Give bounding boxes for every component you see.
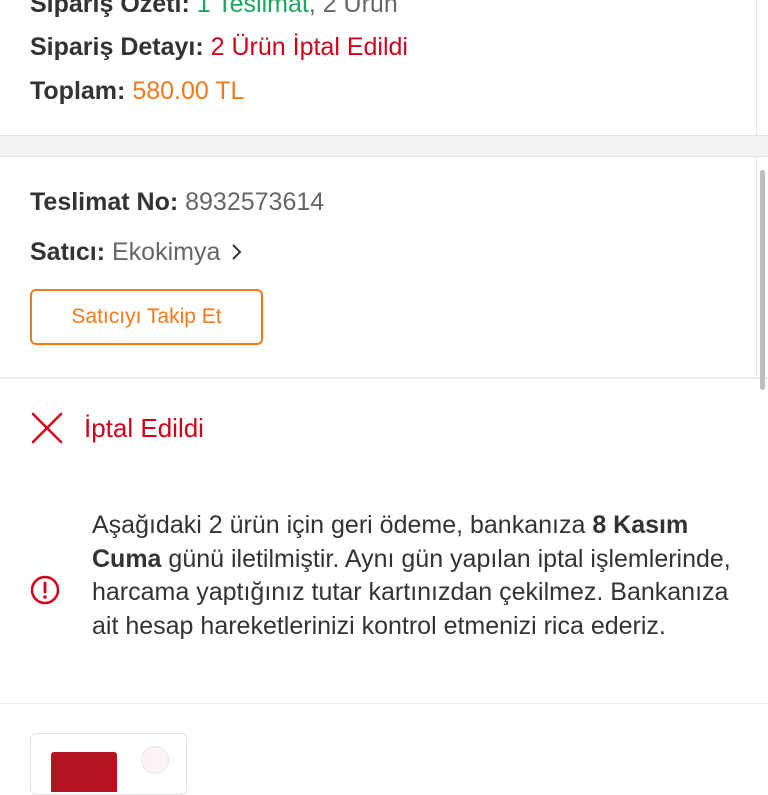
close-x-icon [31,412,63,444]
delivery-no-label: Teslimat No: [30,188,179,216]
refund-info-text-before: Aşağıdaki 2 ürün için geri ödeme, bankan… [92,511,593,539]
delivery-no-row: Teslimat No: 8932573614 [30,188,324,217]
refund-info-text: Aşağıdaki 2 ürün için geri ödeme, bankan… [92,509,742,643]
product-thumbnail[interactable] [30,733,187,795]
delivery-no-value: 8932573614 [185,188,325,216]
chevron-right-icon [232,244,242,260]
gift-icon [141,746,169,774]
order-summary-label: Sipariş Özeti: [30,0,190,18]
info-circle-icon [30,575,60,605]
seller-row[interactable]: Satıcı: Ekokimya [30,238,243,267]
product-image [51,752,117,792]
order-summary-card: Sipariş Özeti: 1 Teslimat, 2 Ürün Sipari… [0,0,757,135]
order-total-value: 580.00 TL [132,77,245,105]
order-total-label: Toplam: [30,77,126,105]
cancel-status: İptal Edildi [30,411,204,445]
cancel-status-label: İptal Edildi [84,412,204,443]
order-detail-value: 2 Ürün İptal Edildi [210,33,408,61]
scrollbar[interactable] [760,170,765,390]
order-deliveries-count: 1 Teslimat [196,0,309,18]
section-divider-3 [0,703,768,704]
order-detail-row: Sipariş Detayı: 2 Ürün İptal Edildi [30,33,408,62]
order-total-row: Toplam: 580.00 TL [30,77,244,106]
seller-name-link[interactable]: Ekokimya [112,238,220,266]
order-summary-row: Sipariş Özeti: 1 Teslimat, 2 Ürün [30,0,398,19]
seller-label: Satıcı: [30,238,106,266]
follow-seller-button[interactable]: Satıcıyı Takip Et [30,289,263,345]
section-divider-2 [0,377,768,379]
order-detail-label: Sipariş Detayı: [30,33,204,61]
order-items-count: , 2 Ürün [308,0,398,18]
refund-info-text-after: günü iletilmiştir. Aynı gün yapılan ipta… [92,544,731,640]
section-divider [0,135,768,157]
